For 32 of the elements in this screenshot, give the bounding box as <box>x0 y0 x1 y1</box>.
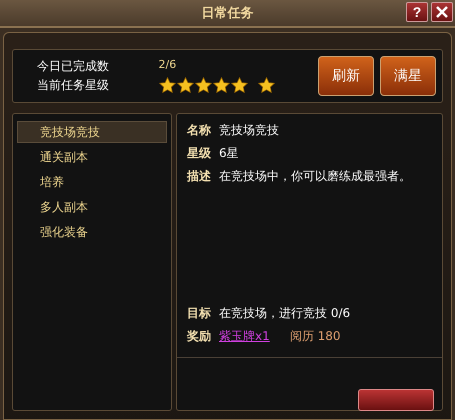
goal-value: 在竞技场，进行竞技 0/6 <box>219 305 350 322</box>
field-value: 竞技场竞技 <box>219 122 279 139</box>
field-label: 星级 <box>187 145 211 162</box>
completed-count: 2/6 <box>158 58 178 73</box>
star-icon <box>258 77 274 94</box>
action-button[interactable] <box>358 389 434 411</box>
field-label: 描述 <box>187 168 211 185</box>
field-value: 6星 <box>219 145 239 162</box>
task-item[interactable]: 培养 <box>17 171 167 193</box>
star-icon <box>176 77 194 94</box>
reward-item-link[interactable]: 紫玉牌x1 <box>219 328 270 345</box>
max-star-button[interactable]: 满星 <box>380 56 436 96</box>
close-button[interactable] <box>431 2 453 22</box>
reward-label: 奖励 <box>187 328 211 345</box>
star-icon <box>158 77 176 94</box>
field-label: 名称 <box>187 122 211 139</box>
goal-label: 目标 <box>187 305 211 322</box>
completed-label: 今日已完成数 <box>37 58 110 75</box>
window-title: 日常任务 <box>202 5 254 22</box>
star-icon <box>194 77 212 94</box>
task-item[interactable]: 通关副本 <box>17 146 167 168</box>
field-value: 在竞技场中，你可以磨练成最强者。 <box>219 168 411 185</box>
experience-reward: 阅历 180 <box>290 328 340 345</box>
star-icon <box>212 77 230 94</box>
refresh-button[interactable]: 刷新 <box>318 56 374 96</box>
close-icon <box>435 5 449 19</box>
task-item[interactable]: 多人副本 <box>17 196 167 218</box>
help-button[interactable]: ? <box>406 2 428 22</box>
task-item[interactable]: 竞技场竞技 <box>17 121 167 143</box>
task-item[interactable]: 强化装备 <box>17 221 167 243</box>
star-level-label: 当前任务星级 <box>37 77 110 94</box>
star-icon <box>230 77 248 94</box>
